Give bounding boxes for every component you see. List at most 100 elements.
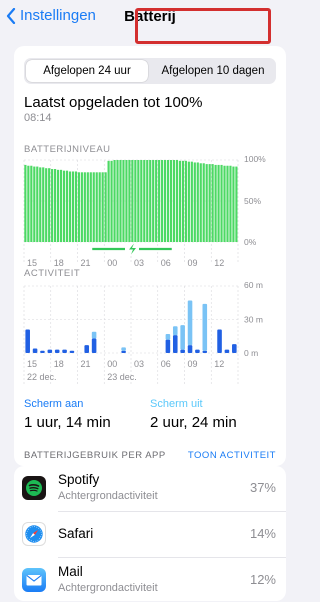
activity-bar-screen-off xyxy=(180,325,185,350)
screen-on-value: 1 uur, 14 min xyxy=(24,414,111,431)
battery-bar xyxy=(65,170,69,242)
battery-bar xyxy=(45,168,48,242)
activity-bar-screen-on xyxy=(25,329,30,353)
activity-bar-screen-off xyxy=(91,331,97,339)
battery-bar xyxy=(128,160,131,242)
battery-bar xyxy=(131,160,134,242)
battery-bar xyxy=(169,160,173,242)
battery-bar xyxy=(107,160,110,242)
segment-last-24-hours[interactable]: Afgelopen 24 uur xyxy=(26,60,148,82)
x-tick-label: 21 xyxy=(81,359,91,369)
segment-last-10-days[interactable]: Afgelopen 10 dagen xyxy=(152,60,274,82)
battery-bar xyxy=(184,160,187,242)
battery-bar xyxy=(152,160,155,242)
activity-bar-screen-on xyxy=(91,338,97,353)
battery-bar xyxy=(27,165,30,242)
battery-bar xyxy=(217,164,220,242)
battery-bar xyxy=(83,172,86,242)
battery-bar xyxy=(232,166,235,242)
battery-bar xyxy=(187,161,190,242)
activity-bar-screen-off xyxy=(172,326,178,336)
battery-bar xyxy=(125,160,128,242)
battery-bar xyxy=(36,166,39,242)
battery-bar xyxy=(229,165,232,242)
x-tick-label: 06 xyxy=(161,258,171,268)
app-name: Mail xyxy=(58,564,83,579)
activity-bar-screen-off xyxy=(202,303,208,351)
activity-bar-screen-on xyxy=(187,345,193,353)
battery-bar xyxy=(33,166,36,242)
activity-bar-screen-on xyxy=(69,350,75,353)
activity-bar-screen-on xyxy=(40,350,45,353)
activity-bar-screen-on xyxy=(84,345,90,353)
time-range-segmented-control: Afgelopen 24 uur Afgelopen 10 dagen xyxy=(24,58,276,84)
battery-level-chart: 100% 50% 0% 15 18 21 00 03 06 09 12 xyxy=(23,154,266,268)
battery-bar xyxy=(92,172,95,242)
battery-bar xyxy=(172,160,176,242)
activity-bar-screen-on xyxy=(202,350,208,353)
battery-bar xyxy=(226,165,229,242)
app-percentage: 14% xyxy=(249,526,276,541)
battery-bar xyxy=(214,164,217,242)
battery-bar xyxy=(119,160,122,242)
battery-bar xyxy=(158,160,161,242)
screen-off-value: 2 uur, 24 min xyxy=(150,414,237,431)
app-usage-list: Spotify Achtergrondactiviteit 37% Safari… xyxy=(14,466,286,601)
battery-bar xyxy=(202,163,205,242)
battery-bar xyxy=(116,160,119,242)
battery-bar xyxy=(143,160,146,242)
x-tick-label: 18 xyxy=(54,359,64,369)
app-subtitle: Achtergrondactiviteit xyxy=(58,582,158,594)
battery-bar xyxy=(80,172,83,242)
battery-bar xyxy=(42,167,45,242)
last-charged-title: Laatst opgeladen tot 100% xyxy=(24,94,203,111)
battery-bar xyxy=(68,171,72,242)
x-tick-label: 15 xyxy=(27,258,37,268)
activity-bar-screen-on xyxy=(232,344,237,353)
battery-bar xyxy=(193,162,196,242)
show-activity-button[interactable]: TOON ACTIVITEIT xyxy=(188,450,276,461)
activity-bar-screen-on xyxy=(47,349,53,353)
activity-chart: 60 m 30 m 0 m 15 18 21 00 03 06 09 12 22 dec. 23 dec… xyxy=(23,280,263,385)
battery-bar xyxy=(140,160,143,242)
last-charged-time: 08:14 xyxy=(24,112,52,124)
battery-bar xyxy=(54,169,57,242)
battery-bar xyxy=(86,172,89,242)
battery-bar xyxy=(134,160,137,242)
list-item-mail[interactable]: Mail Achtergrondactiviteit 12% xyxy=(14,558,286,602)
battery-bar xyxy=(137,160,140,242)
x-tick-label: 18 xyxy=(54,258,64,268)
activity-bar-screen-on xyxy=(217,329,222,353)
activity-bar-screen-on xyxy=(165,339,171,353)
app-percentage: 12% xyxy=(249,572,276,587)
page-title: Batterij xyxy=(124,8,176,25)
battery-bar xyxy=(208,164,211,242)
y-tick-label: 100% xyxy=(244,154,266,164)
y-tick-label: 30 m xyxy=(244,315,263,325)
battery-bar xyxy=(95,172,98,242)
battery-bar xyxy=(166,160,170,242)
screen-on-label: Scherm aan xyxy=(24,398,84,410)
spotify-icon xyxy=(22,476,46,500)
mail-icon xyxy=(22,568,46,592)
battery-bar xyxy=(30,165,33,242)
list-item-spotify[interactable]: Spotify Achtergrondactiviteit 37% xyxy=(14,466,286,510)
x-tick-label: 03 xyxy=(134,258,144,268)
date-label: 22 dec. xyxy=(27,372,57,382)
activity-bar-screen-off xyxy=(187,300,193,346)
battery-bar xyxy=(113,160,116,242)
battery-bar xyxy=(122,160,125,242)
x-tick-label: 09 xyxy=(188,359,198,369)
battery-bar xyxy=(71,171,75,242)
battery-bar xyxy=(51,169,54,242)
battery-bar xyxy=(98,172,101,242)
battery-bar xyxy=(211,164,214,242)
screen-off-label: Scherm uit xyxy=(150,398,203,410)
y-tick-label: 0 m xyxy=(244,348,258,358)
list-item-safari[interactable]: Safari 14% xyxy=(14,512,286,556)
activity-bar-screen-on xyxy=(195,349,200,353)
date-label: 23 dec. xyxy=(107,372,137,382)
battery-bar xyxy=(205,164,208,242)
y-tick-label: 50% xyxy=(244,196,261,206)
x-tick-label: 12 xyxy=(214,258,224,268)
